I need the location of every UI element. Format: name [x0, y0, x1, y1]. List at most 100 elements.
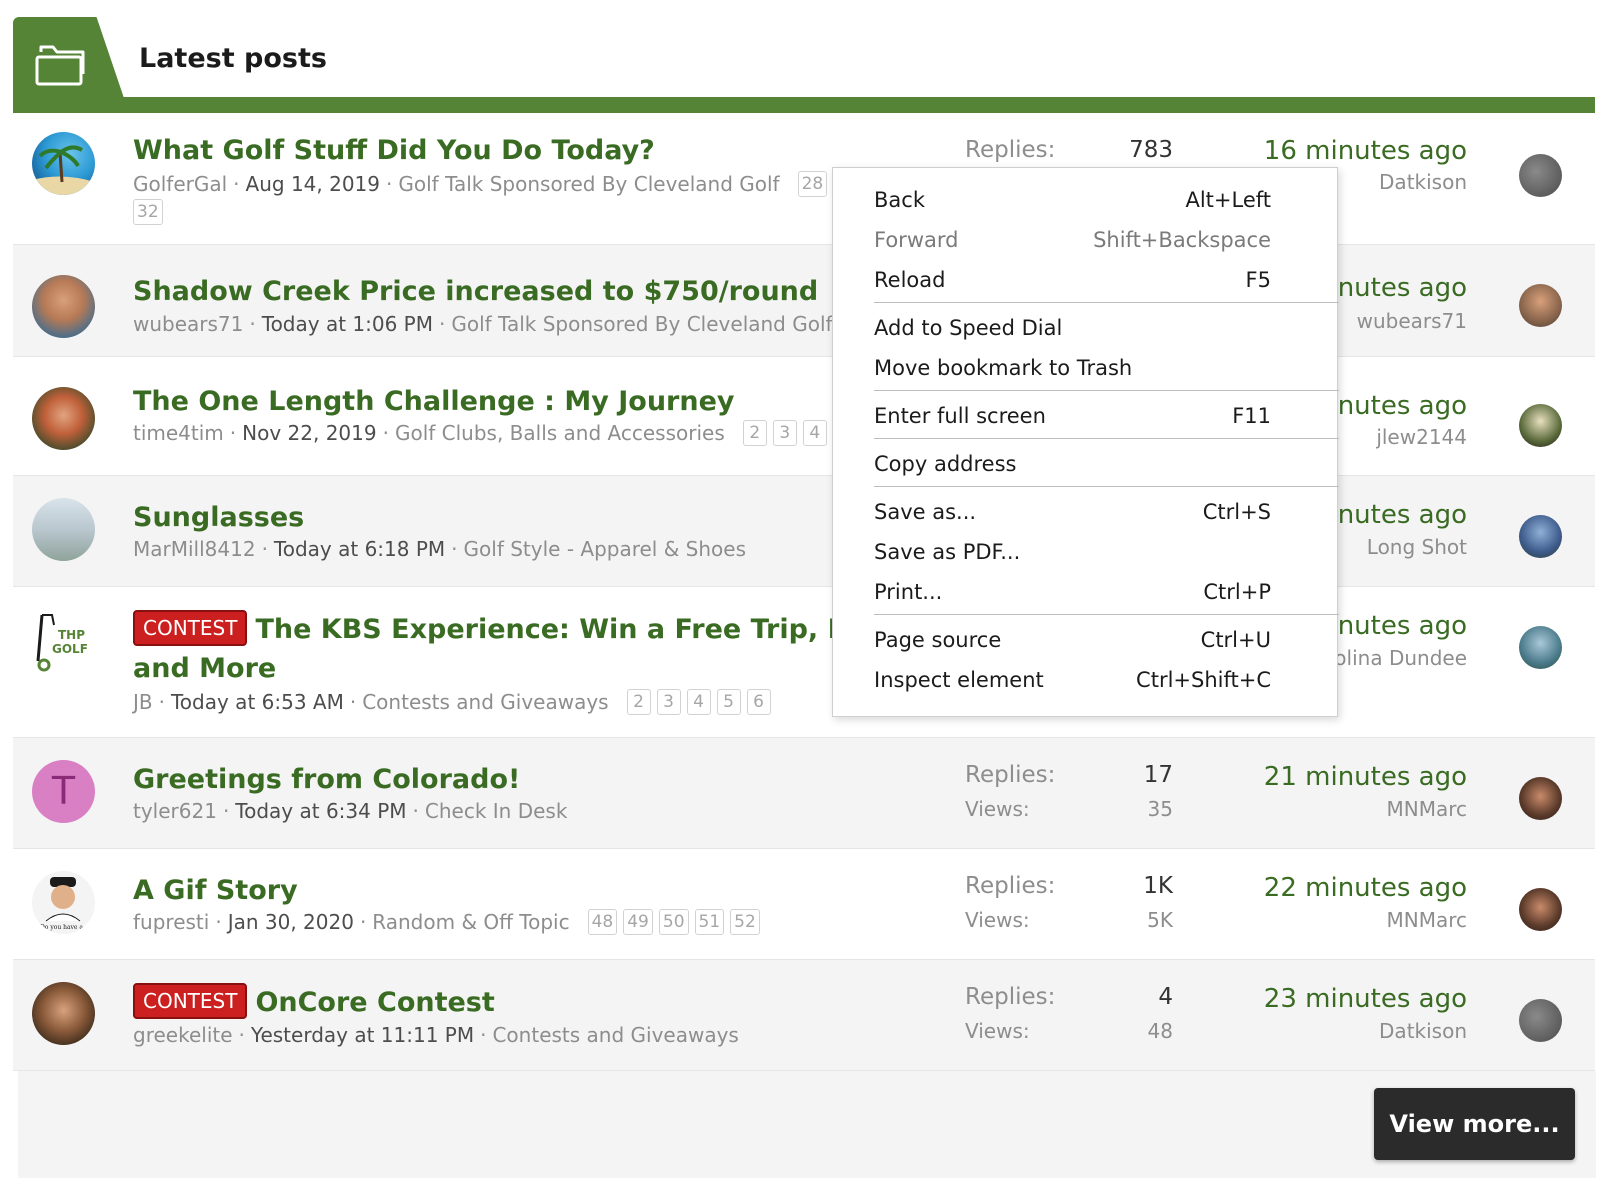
thread-title-link[interactable]: CONTEST OnCore Contest [133, 983, 495, 1022]
thread-forum[interactable]: Golf Style - Apparel & Shoes [464, 535, 746, 563]
page-link[interactable]: 32 [133, 199, 163, 225]
thread-title-link[interactable]: Shadow Creek Price increased to $750/rou… [133, 273, 818, 311]
page-link[interactable]: 4 [686, 689, 711, 715]
avatar[interactable]: Do you have a permit [32, 871, 95, 934]
latest-posts-footer [18, 1071, 1596, 1178]
thread-title-link[interactable]: A Gif Story [133, 872, 298, 910]
thread-date[interactable]: Today at 6:18 PM [274, 535, 445, 563]
thread-title-link[interactable]: Greetings from Colorado! [133, 761, 520, 799]
menu-item-reload[interactable]: Reload F5 [833, 260, 1339, 300]
last-post-user[interactable]: Datkison [1379, 170, 1467, 194]
thread-forum[interactable]: Golf Talk Sponsored By Cleveland Golf [451, 310, 832, 338]
thread-author[interactable]: JB [133, 688, 153, 716]
menu-item-shortcut: F11 [1232, 404, 1271, 428]
menu-item-add-speed-dial[interactable]: Add to Speed Dial [833, 308, 1339, 348]
thread-forum[interactable]: Golf Talk Sponsored By Cleveland Golf [398, 170, 779, 198]
menu-separator [874, 486, 1339, 487]
page-link[interactable]: 28 [797, 171, 828, 197]
last-post-user[interactable]: jlew2144 [1376, 425, 1467, 449]
page-link[interactable]: 5 [716, 689, 741, 715]
page-link[interactable]: 4 [802, 420, 827, 446]
thread-forum[interactable]: Contests and Giveaways [492, 1021, 738, 1049]
thread-date[interactable]: Today at 6:34 PM [235, 797, 406, 825]
avatar[interactable] [32, 387, 95, 450]
page-link[interactable]: 3 [772, 420, 797, 446]
thread-forum[interactable]: Check In Desk [425, 797, 568, 825]
thread-forum[interactable]: Golf Clubs, Balls and Accessories [395, 419, 725, 447]
last-post-user[interactable]: Datkison [1379, 1019, 1467, 1043]
page-link[interactable]: 49 [623, 909, 653, 935]
last-post-time[interactable]: 21 minutes ago [1264, 762, 1467, 792]
thread-author[interactable]: MarMill8412 [133, 535, 256, 563]
menu-item-page-source[interactable]: Page source Ctrl+U [833, 620, 1339, 660]
menu-item-back[interactable]: Back Alt+Left [833, 180, 1339, 220]
page-link[interactable]: 6 [746, 689, 771, 715]
menu-item-shortcut: Shift+Backspace [1093, 228, 1271, 252]
last-user-avatar[interactable] [1519, 999, 1562, 1042]
menu-item-inspect-element[interactable]: Inspect element Ctrl+Shift+C [833, 660, 1339, 700]
thread-meta: tyler621 · Today at 6:34 PM · Check In Desk [133, 797, 568, 825]
last-post-time[interactable]: 16 minutes ago [1264, 136, 1467, 166]
menu-item-forward[interactable]: Forward Shift+Backspace [833, 220, 1339, 260]
thread-title-link[interactable]: What Golf Stuff Did You Do Today? [133, 132, 655, 170]
last-post-user[interactable]: MNMarc [1386, 797, 1467, 821]
avatar[interactable] [32, 982, 95, 1045]
page-link[interactable]: 51 [694, 909, 725, 935]
last-user-avatar[interactable] [1519, 777, 1562, 820]
last-user-avatar[interactable] [1519, 154, 1562, 197]
thread-title-text[interactable]: OnCore Contest [255, 987, 494, 1018]
views-count: 5K [1147, 908, 1173, 932]
last-post-user[interactable]: MNMarc [1386, 908, 1467, 932]
thread-author[interactable]: wubears71 [133, 310, 243, 338]
menu-item-full-screen[interactable]: Enter full screen F11 [833, 396, 1339, 436]
page-link[interactable]: 3 [656, 689, 681, 715]
last-user-avatar[interactable] [1519, 888, 1562, 931]
menu-separator [874, 614, 1339, 615]
last-post-time[interactable]: 23 minutes ago [1264, 984, 1467, 1014]
thread-author[interactable]: greekelite [133, 1021, 233, 1049]
thread-author[interactable]: time4tim [133, 419, 224, 447]
thread-date[interactable]: Aug 14, 2019 [246, 170, 380, 198]
menu-item-move-bookmark-trash[interactable]: Move bookmark to Trash [833, 348, 1339, 388]
avatar[interactable]: T [32, 760, 95, 823]
page-link[interactable]: 52 [730, 909, 760, 935]
thread-date[interactable]: Yesterday at 11:11 PM [251, 1021, 474, 1049]
thread-title-link[interactable]: The One Length Challenge : My Journey [133, 383, 735, 421]
page-link[interactable]: 2 [742, 420, 767, 446]
thread-row: Do you have a permit A Gif Story fuprest… [13, 849, 1595, 960]
thread-author[interactable]: fupresti [133, 908, 209, 936]
replies-label: Replies: [965, 762, 1056, 788]
thread-date[interactable]: Nov 22, 2019 [242, 419, 376, 447]
thread-author[interactable]: tyler621 [133, 797, 217, 825]
last-post-user[interactable]: wubears71 [1357, 309, 1467, 333]
avatar[interactable] [32, 498, 95, 561]
last-user-avatar[interactable] [1519, 284, 1562, 327]
thread-date[interactable]: Jan 30, 2020 [228, 908, 354, 936]
page-link[interactable]: 50 [658, 909, 689, 935]
thread-date[interactable]: Today at 6:53 AM [171, 688, 344, 716]
page-link[interactable]: 2 [626, 689, 651, 715]
menu-item-save-pdf[interactable]: Save as PDF... [833, 532, 1339, 572]
menu-item-print[interactable]: Print... Ctrl+P [833, 572, 1339, 612]
thread-title-link[interactable]: Sunglasses [133, 499, 304, 537]
thp-golf-logo[interactable]: THP GOLF [32, 611, 95, 674]
thread-author[interactable]: GolferGal [133, 170, 227, 198]
avatar[interactable] [32, 132, 95, 195]
thread-forum[interactable]: Contests and Giveaways [362, 688, 608, 716]
thread-forum[interactable]: Random & Off Topic [372, 908, 569, 936]
last-user-avatar[interactable] [1519, 404, 1562, 447]
last-post-user[interactable]: Long Shot [1367, 535, 1467, 559]
menu-separator [874, 390, 1339, 391]
thread-title-link[interactable]: CONTEST The KBS Experience: Win a Free Tr… [133, 610, 939, 649]
last-post-time[interactable]: 22 minutes ago [1264, 873, 1467, 903]
thread-date[interactable]: Today at 1:06 PM [262, 310, 433, 338]
last-user-avatar[interactable] [1519, 626, 1562, 669]
menu-item-save-as[interactable]: Save as... Ctrl+S [833, 492, 1339, 532]
view-more-button[interactable]: View more... [1374, 1088, 1575, 1160]
avatar[interactable] [32, 275, 95, 338]
last-user-avatar[interactable] [1519, 515, 1562, 558]
menu-item-copy-address[interactable]: Copy address [833, 444, 1339, 484]
replies-count: 1K [1143, 873, 1173, 899]
thread-title-line2[interactable]: and More [133, 650, 276, 688]
page-link[interactable]: 48 [587, 909, 618, 935]
